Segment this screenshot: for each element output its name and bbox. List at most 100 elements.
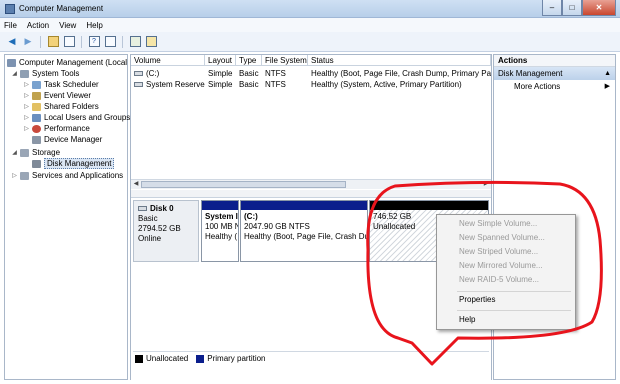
partition-title: (C:)	[244, 212, 258, 221]
more-actions-item[interactable]: More Actions ▶	[494, 80, 615, 94]
column-status[interactable]: Status	[308, 55, 491, 66]
toolbar-separator	[81, 35, 82, 48]
expand-icon[interactable]: ▷	[23, 114, 30, 121]
primary-partition-bar	[202, 201, 238, 210]
expand-icon[interactable]: ▷	[23, 92, 30, 99]
partition-info: System I 100 MB N Healthy (	[202, 210, 238, 244]
menu-new-mirrored-volume[interactable]: New Mirrored Volume...	[437, 259, 575, 273]
minimize-button[interactable]: –	[542, 0, 562, 16]
help-icon[interactable]: ?	[88, 36, 100, 48]
tree-item-root[interactable]: Computer Management (Local	[7, 57, 127, 68]
folder-icon	[32, 102, 41, 111]
scroll-right-icon[interactable]: ▶	[481, 180, 491, 189]
expand-icon[interactable]: ▷	[11, 172, 18, 179]
up-folder-icon[interactable]	[47, 36, 59, 48]
tree-item-device-manager[interactable]: Device Manager	[32, 134, 102, 145]
disk-0-label[interactable]: Disk 0 Basic 2794.52 GB Online	[133, 200, 199, 262]
partition-system-reserved[interactable]: System I 100 MB N Healthy (	[201, 200, 239, 262]
volume-cell: (C:)	[131, 68, 205, 79]
tree-item-system-tools[interactable]: ◢ System Tools	[11, 68, 79, 79]
pane-splitter[interactable]	[131, 190, 491, 198]
window-controls: – □ ✕	[542, 0, 616, 16]
collapse-icon[interactable]: ◢	[11, 149, 18, 156]
layout-cell: Simple	[208, 69, 233, 78]
menu-separator	[457, 310, 571, 311]
disk-type: Basic	[138, 214, 158, 223]
menu-view[interactable]: View	[59, 21, 76, 30]
more-actions-label: More Actions	[514, 82, 561, 91]
column-layout[interactable]: Layout	[205, 55, 236, 66]
scrollbar-thumb[interactable]	[141, 181, 346, 188]
tree-item-disk-management[interactable]: Disk Management	[32, 158, 115, 169]
menu-action[interactable]: Action	[27, 21, 49, 30]
menu-file[interactable]: File	[4, 21, 17, 30]
type-cell: Basic	[239, 80, 259, 89]
performance-icon	[32, 124, 41, 133]
volume-icon	[134, 71, 143, 77]
title-bar: Computer Management – □ ✕	[0, 0, 620, 18]
status-cell: Healthy (System, Active, Primary Partiti…	[311, 80, 462, 89]
back-arrow-icon[interactable]: ◀	[6, 36, 18, 48]
users-icon	[32, 113, 41, 122]
tree-label: Local Users and Groups	[44, 113, 131, 122]
partition-status: Healthy (	[205, 232, 238, 241]
tree-item-services[interactable]: ▷ Services and Applications	[11, 170, 123, 181]
partition-size: 100 MB N	[205, 222, 239, 231]
disk-size: 2794.52 GB	[138, 224, 181, 233]
section-label: Disk Management	[498, 69, 563, 78]
menu-new-striped-volume[interactable]: New Striped Volume...	[437, 245, 575, 259]
properties-icon[interactable]	[145, 36, 157, 48]
menu-help[interactable]: Help	[86, 21, 102, 30]
menu-new-simple-volume[interactable]: New Simple Volume...	[437, 217, 575, 231]
maximize-button[interactable]: □	[562, 0, 582, 16]
context-menu: New Simple Volume... New Spanned Volume.…	[436, 214, 576, 330]
fs-cell: NTFS	[265, 69, 286, 78]
horizontal-scrollbar[interactable]: ◀ ▶	[131, 179, 491, 189]
collapse-icon[interactable]: ◢	[11, 70, 18, 77]
toolbar-separator	[40, 35, 41, 48]
menu-help[interactable]: Help	[437, 313, 575, 327]
menu-properties[interactable]: Properties	[437, 293, 575, 307]
tree-label: Storage	[32, 148, 61, 157]
layout-cell: Simple	[208, 80, 233, 89]
expand-icon[interactable]: ▷	[23, 81, 30, 88]
close-button[interactable]: ✕	[582, 0, 616, 16]
menu-new-spanned-volume[interactable]: New Spanned Volume...	[437, 231, 575, 245]
navigation-tree: Computer Management (Local ◢ System Tool…	[4, 54, 130, 380]
unallocated-swatch	[135, 354, 143, 363]
disk-icon	[138, 206, 147, 212]
tree-item-task-scheduler[interactable]: ▷ Task Scheduler	[23, 79, 99, 90]
menu-new-raid5-volume[interactable]: New RAID-5 Volume...	[437, 273, 575, 287]
volume-icon	[134, 82, 143, 88]
tree-item-event-viewer[interactable]: ▷ Event Viewer	[23, 90, 91, 101]
partition-c[interactable]: (C:) 2047.90 GB NTFS Healthy (Boot, Page…	[240, 200, 368, 262]
primary-partition-bar	[241, 201, 367, 210]
actions-section-disk-management[interactable]: Disk Management ▲	[494, 67, 615, 80]
column-file-system[interactable]: File System	[262, 55, 308, 66]
column-volume[interactable]: Volume	[131, 55, 205, 66]
volume-name: (C:)	[146, 69, 160, 78]
refresh-icon[interactable]	[129, 36, 141, 48]
disk-title: Disk 0	[138, 204, 194, 214]
scroll-left-icon[interactable]: ◀	[131, 180, 141, 189]
partition-info: (C:) 2047.90 GB NTFS Healthy (Boot, Page…	[241, 210, 367, 244]
partition-title: System I	[205, 212, 238, 221]
device-icon	[32, 135, 41, 144]
computer-management-icon	[5, 4, 15, 14]
collapse-up-icon[interactable]: ▲	[604, 67, 611, 80]
tree-item-storage[interactable]: ◢ Storage	[11, 147, 60, 158]
pane-icon[interactable]	[104, 36, 116, 48]
partition-status: Healthy (Boot, Page File, Crash Du	[244, 232, 368, 241]
tree-label: System Tools	[32, 69, 80, 78]
expand-icon[interactable]: ▷	[23, 125, 30, 132]
tree-label: Services and Applications	[32, 171, 124, 180]
tree-item-performance[interactable]: ▷ Performance	[23, 123, 90, 134]
expand-icon[interactable]: ▷	[23, 103, 30, 110]
tree-item-local-users[interactable]: ▷ Local Users and Groups	[23, 112, 130, 123]
tree-item-shared-folders[interactable]: ▷ Shared Folders	[23, 101, 99, 112]
tree-label: Computer Management (Local	[19, 58, 128, 67]
column-type[interactable]: Type	[236, 55, 262, 66]
show-hide-tree-icon[interactable]	[63, 36, 75, 48]
unallocated-bar	[370, 201, 488, 210]
forward-arrow-icon[interactable]: ▶	[22, 36, 34, 48]
